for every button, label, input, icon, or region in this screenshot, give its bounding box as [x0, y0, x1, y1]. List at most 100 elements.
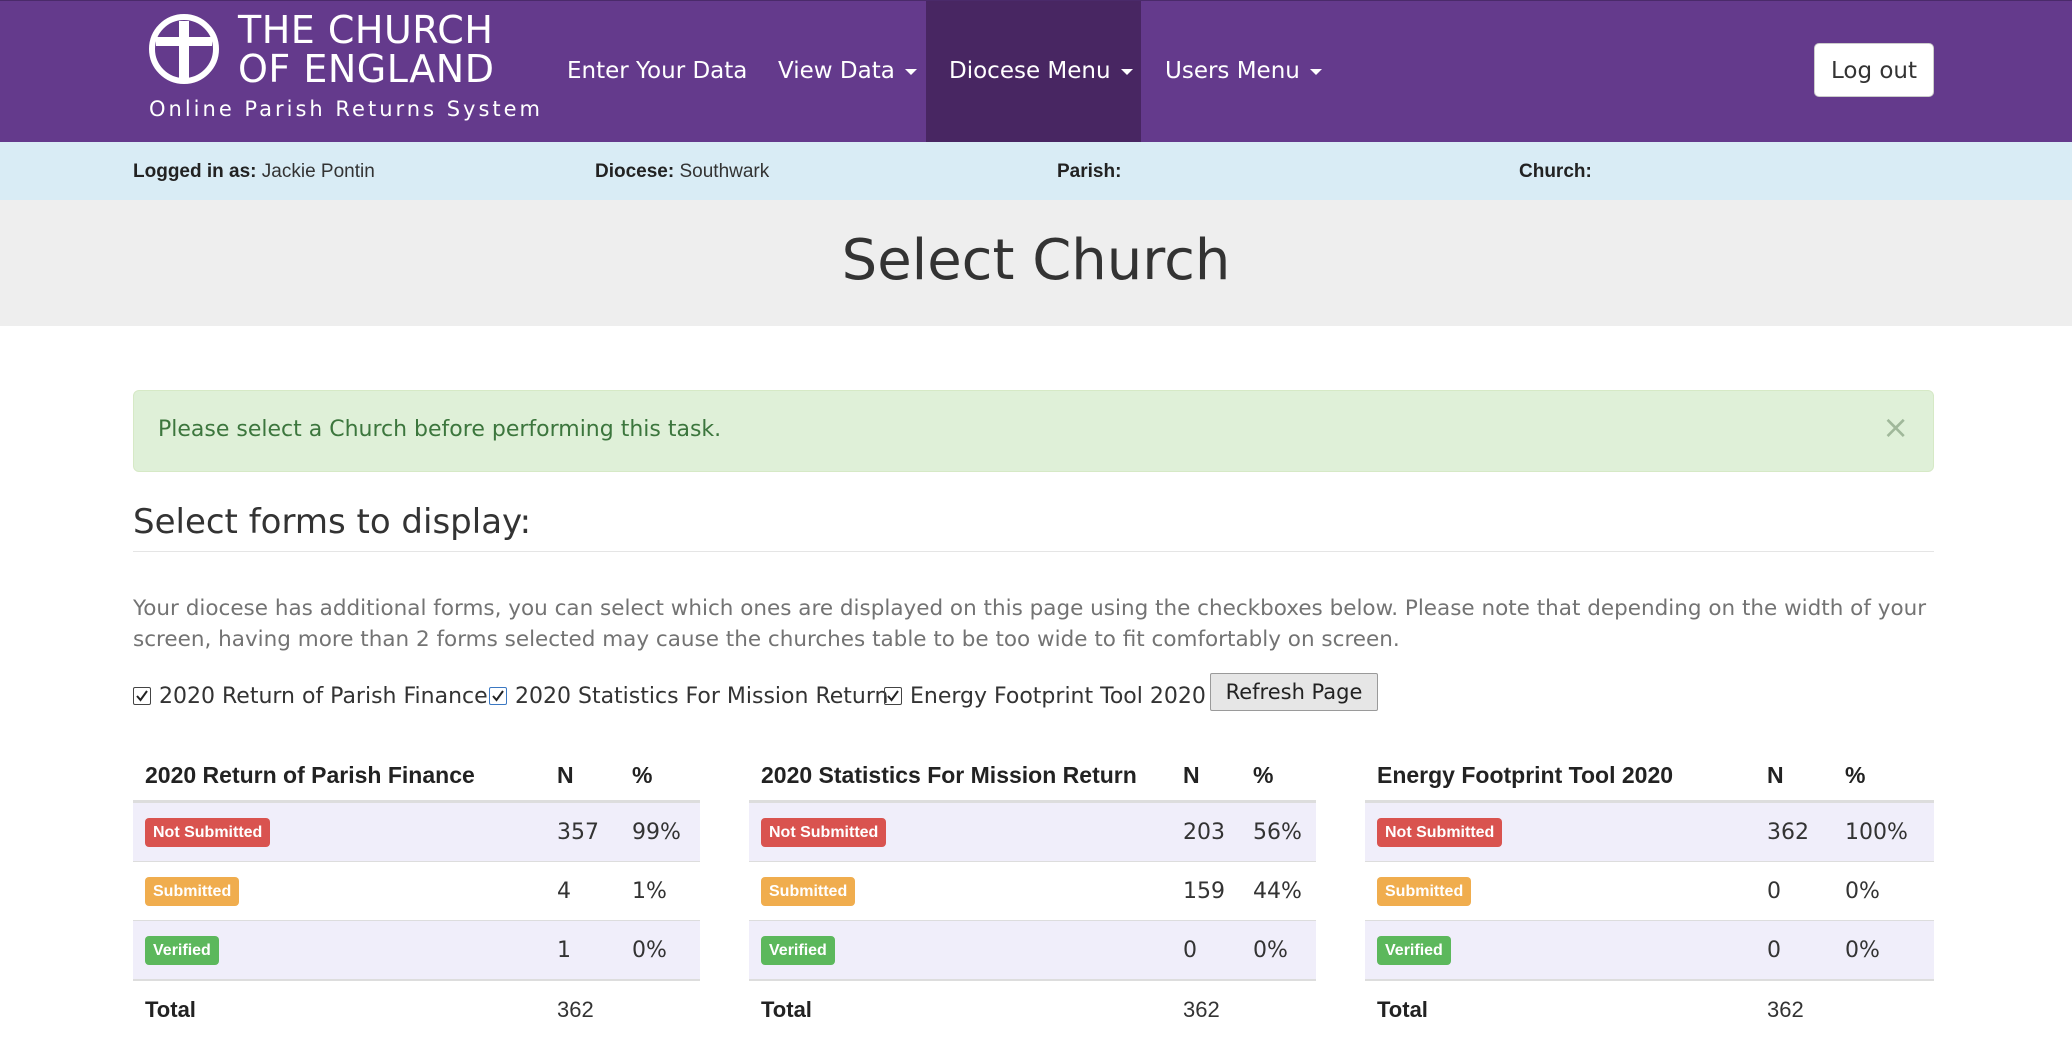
page-title: Select Church: [841, 228, 1231, 293]
check-icon: [887, 690, 899, 702]
table-row: Verified 1 0%: [133, 920, 700, 980]
col-n-header: N: [1171, 750, 1241, 803]
table-header-row: 2020 Return of Parish Finance N %: [133, 750, 700, 803]
checkbox-statistics-mission[interactable]: [489, 687, 507, 705]
table-header-row: Energy Footprint Tool 2020 N %: [1365, 750, 1934, 803]
nav-users-menu-label: Users Menu: [1165, 58, 1300, 84]
table-title: Energy Footprint Tool 2020: [1365, 750, 1755, 803]
checkbox-parish-finance-label[interactable]: 2020 Return of Parish Finance: [159, 684, 488, 709]
caret-down-icon: [904, 68, 917, 75]
brand-subtitle: Online Parish Returns System: [149, 97, 544, 121]
church-of-england-logo[interactable]: THE CHURCH OF ENGLAND Online Parish Retu…: [148, 8, 540, 133]
status-table-statistics-mission: 2020 Statistics For Mission Return N % N…: [749, 750, 1316, 1039]
percent-cell: 0%: [620, 920, 700, 980]
navbar: THE CHURCH OF ENGLAND Online Parish Retu…: [0, 0, 2072, 142]
status-badge: Not Submitted: [761, 817, 887, 847]
percent-cell: 1%: [620, 861, 700, 921]
total-row: Total 362: [749, 979, 1316, 1039]
count-cell: 159: [1171, 861, 1241, 921]
total-label: Total: [749, 979, 1171, 1039]
user-context-bar: Logged in as: Jackie Pontin Diocese: Sou…: [0, 142, 2072, 200]
form-checkboxes: 2020 Return of Parish Finance 2020 Stati…: [133, 673, 1433, 716]
logout-button[interactable]: Log out: [1814, 43, 1934, 97]
refresh-page-button[interactable]: Refresh Page: [1210, 673, 1378, 711]
checkbox-energy-footprint[interactable]: [884, 687, 902, 705]
table-row: Not Submitted 203 56%: [749, 801, 1316, 862]
table-row: Verified 0 0%: [749, 920, 1316, 980]
church-label: Church:: [1519, 161, 1592, 182]
section-divider: [133, 551, 1934, 552]
table-title: 2020 Return of Parish Finance: [133, 750, 545, 803]
table-row: Submitted 0 0%: [1365, 861, 1934, 921]
count-cell: 0: [1755, 920, 1833, 980]
brand-title: THE CHURCH OF ENGLAND: [238, 8, 495, 91]
percent-cell: 0%: [1833, 920, 1934, 980]
info-alert: Please select a Church before performing…: [133, 390, 1934, 472]
table-title: 2020 Statistics For Mission Return: [749, 750, 1171, 803]
col-n-header: N: [1755, 750, 1833, 803]
diocese-label: Diocese:: [595, 161, 675, 182]
total-count: 362: [545, 979, 620, 1039]
table-row: Not Submitted 362 100%: [1365, 801, 1934, 862]
alert-message: Please select a Church before performing…: [158, 417, 722, 442]
count-cell: 203: [1171, 801, 1241, 862]
total-label: Total: [1365, 979, 1755, 1039]
percent-cell: 0%: [1241, 920, 1316, 980]
checkbox-statistics-mission-label[interactable]: 2020 Statistics For Mission Return: [515, 684, 888, 709]
status-badge: Verified: [761, 935, 835, 965]
percent-cell: 56%: [1241, 801, 1316, 862]
status-table-parish-finance: 2020 Return of Parish Finance N % Not Su…: [133, 750, 700, 1039]
table-row: Not Submitted 357 99%: [133, 801, 700, 862]
diocese-value: Southwark: [679, 161, 770, 182]
percent-cell: 44%: [1241, 861, 1316, 921]
percent-cell: 99%: [620, 801, 700, 862]
percent-cell: 0%: [1833, 861, 1934, 921]
check-icon: [492, 690, 504, 702]
status-badge: Submitted: [145, 876, 240, 906]
total-count: 362: [1755, 979, 1833, 1039]
nav-diocese-menu[interactable]: Diocese Menu: [926, 1, 1141, 142]
count-cell: 357: [545, 801, 620, 862]
col-pct-header: %: [1241, 750, 1316, 803]
nav-view-data[interactable]: View Data: [754, 1, 941, 142]
nav-enter-your-data[interactable]: Enter Your Data: [543, 1, 771, 142]
status-table-energy-footprint: Energy Footprint Tool 2020 N % Not Submi…: [1365, 750, 1934, 1039]
table-row: Submitted 4 1%: [133, 861, 700, 921]
caret-down-icon: [1309, 68, 1322, 75]
status-badge: Verified: [1377, 935, 1451, 965]
total-row: Total 362: [133, 979, 700, 1039]
checkbox-parish-finance[interactable]: [133, 687, 151, 705]
total-row: Total 362: [1365, 979, 1934, 1039]
status-badge: Submitted: [761, 876, 856, 906]
nav-view-data-label: View Data: [778, 58, 895, 84]
nav-users-menu[interactable]: Users Menu: [1141, 1, 1346, 142]
status-badge: Submitted: [1377, 876, 1472, 906]
forms-section-heading: Select forms to display:: [133, 502, 532, 542]
table-header-row: 2020 Statistics For Mission Return N %: [749, 750, 1316, 803]
checkbox-energy-footprint-label[interactable]: Energy Footprint Tool 2020: [910, 684, 1206, 709]
nav-diocese-menu-label: Diocese Menu: [949, 58, 1111, 84]
total-label: Total: [133, 979, 545, 1039]
status-badge: Not Submitted: [145, 817, 271, 847]
parish-label: Parish:: [1057, 161, 1122, 182]
count-cell: 362: [1755, 801, 1833, 862]
logged-in-info: Logged in as: Jackie Pontin: [133, 161, 375, 183]
forms-description: Your diocese has additional forms, you c…: [133, 596, 1927, 652]
count-cell: 4: [545, 861, 620, 921]
table-row: Verified 0 0%: [1365, 920, 1934, 980]
percent-cell: 100%: [1833, 801, 1934, 862]
status-badge: Verified: [145, 935, 219, 965]
count-cell: 0: [1755, 861, 1833, 921]
logged-in-value: Jackie Pontin: [261, 161, 375, 182]
nav-enter-your-data-label: Enter Your Data: [567, 58, 748, 84]
col-n-header: N: [545, 750, 620, 803]
church-info: Church:: [1519, 161, 1592, 183]
col-pct-header: %: [620, 750, 700, 803]
col-pct-header: %: [1833, 750, 1934, 803]
page-header: Select Church: [0, 200, 2072, 326]
count-cell: 1: [545, 920, 620, 980]
table-row: Submitted 159 44%: [749, 861, 1316, 921]
close-icon[interactable]: ×: [1882, 411, 1909, 443]
parish-info: Parish:: [1057, 161, 1121, 183]
diocese-info: Diocese: Southwark: [595, 161, 769, 183]
